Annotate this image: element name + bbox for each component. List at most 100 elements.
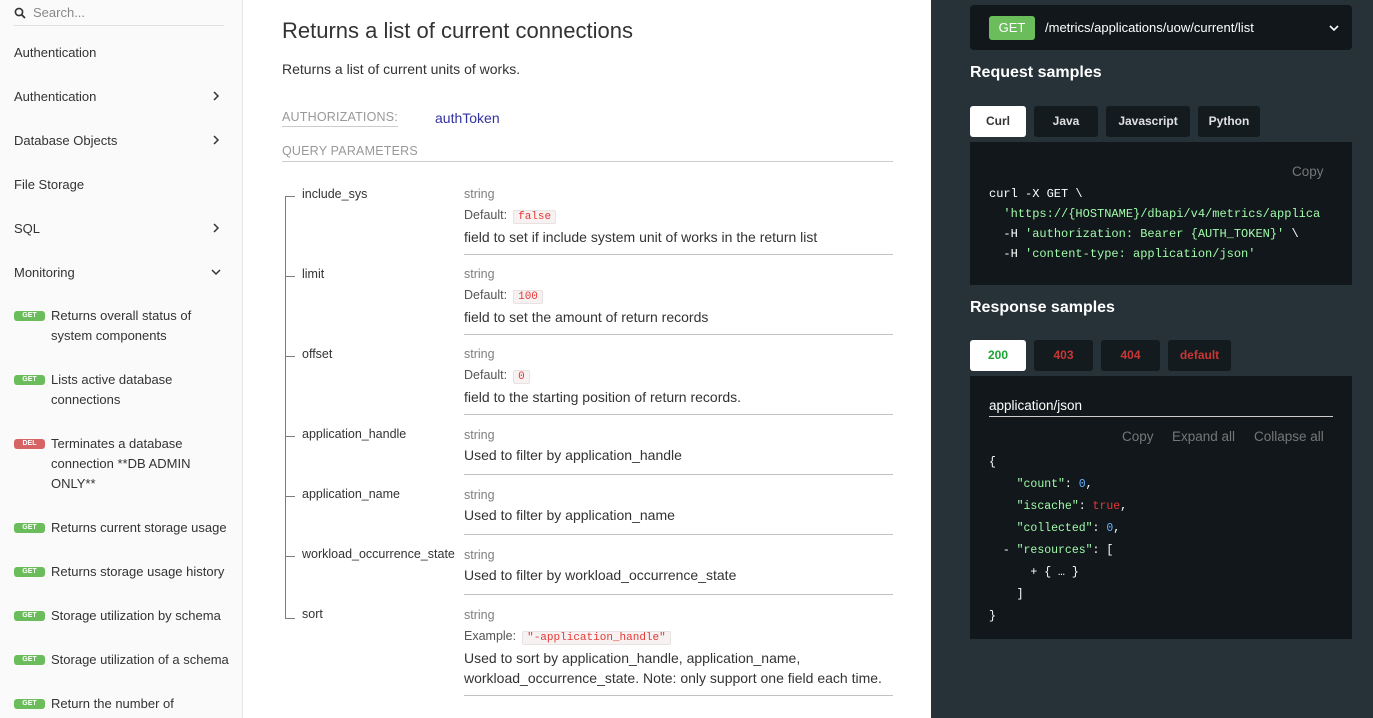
get-method-badge: GET (14, 567, 45, 577)
param-description: field to set the amount of return record… (464, 309, 709, 325)
sidebar-operation[interactable]: GET Lists active database connections (14, 370, 229, 410)
tab-python[interactable]: Python (1198, 106, 1260, 137)
endpoint-path: /metrics/applications/uow/current/list (1045, 20, 1254, 35)
sidebar-operation[interactable]: GET Return the number of (14, 694, 229, 714)
sidebar-operation[interactable]: GET Returns overall status of system com… (14, 306, 229, 346)
tab-status-404[interactable]: 404 (1101, 340, 1160, 371)
tab-status-default[interactable]: default (1168, 340, 1231, 371)
operation-label: Storage utilization by schema (51, 608, 221, 623)
response-status-tabs: 200 403 404 default (970, 340, 1239, 371)
tab-java[interactable]: Java (1034, 106, 1098, 137)
search-icon (14, 7, 26, 19)
sidebar-item-authentication[interactable]: Authentication (14, 42, 229, 62)
param-tree-tick (285, 436, 295, 437)
operation-label: Return the number of (51, 696, 174, 711)
operation-description: Returns a list of current units of works… (282, 61, 521, 77)
collapse-all-button[interactable]: Collapse all (1254, 429, 1324, 444)
param-default-label: Default: (464, 368, 508, 382)
sidebar-operation[interactable]: DEL Terminates a database connection **D… (14, 434, 229, 494)
param-description: Used to sort by application_handle, appl… (464, 650, 801, 666)
param-separator (464, 474, 893, 475)
json-collapse-toggle[interactable]: - (1003, 544, 1010, 557)
param-name: limit (302, 267, 325, 281)
tab-status-403[interactable]: 403 (1034, 340, 1093, 371)
param-description: field to the starting position of return… (464, 389, 742, 405)
param-description: Used to filter by workload_occurrence_st… (464, 567, 737, 583)
json-boolean: true (1092, 500, 1121, 513)
param-info: string Default: 100 field to set the amou… (464, 264, 893, 327)
copy-button[interactable]: Copy (1292, 164, 1324, 179)
param-info: string Default: 0 field to the starting p… (464, 344, 893, 407)
auth-token-link[interactable]: authToken (435, 110, 500, 126)
param-name: workload_occurrence_state (302, 547, 455, 561)
param-tree-tick (285, 556, 295, 557)
content-type-select[interactable]: application/json (989, 398, 1333, 417)
json-key: "iscache" (1016, 500, 1079, 513)
json-brace: } (989, 610, 996, 623)
param-default-value: 0 (513, 370, 530, 384)
tab-javascript[interactable]: Javascript (1106, 106, 1190, 137)
search-input[interactable] (33, 5, 213, 20)
param-info: string Used to filter by application_han… (464, 425, 893, 465)
json-collapsed-object[interactable]: + { … } (1030, 566, 1078, 579)
samples-panel: GET /metrics/applications/uow/current/li… (931, 0, 1373, 718)
curl-code: curl -X GET \ 'https://{HOSTNAME}/dbapi/… (989, 184, 1320, 264)
param-name: application_name (302, 487, 400, 501)
sidebar-item-monitoring[interactable]: Monitoring (14, 262, 229, 282)
response-samples-title: Response samples (970, 299, 1115, 316)
param-info: string Default: false field to set if inc… (464, 184, 893, 247)
get-method-badge: GET (14, 611, 45, 621)
get-method-badge: GET (14, 375, 45, 385)
param-separator (464, 594, 893, 595)
param-info: string Used to filter by workload_occurr… (464, 545, 893, 585)
code-header-content-type: 'content-type: application/json' (1025, 247, 1256, 261)
chevron-right-icon (213, 135, 220, 145)
http-method-badge: GET (989, 15, 1035, 40)
param-default-label: Default: (464, 288, 508, 302)
code-continuation: \ (1284, 227, 1299, 241)
query-parameters-label: QUERY PARAMETERS (282, 144, 893, 162)
response-code-block: application/json Copy Expand all Collaps… (970, 376, 1352, 639)
sidebar-operation[interactable]: GET Returns storage usage history (14, 562, 229, 582)
delete-method-badge: DEL (14, 439, 45, 449)
sidebar-operation[interactable]: GET Storage utilization by schema (14, 606, 229, 626)
sidebar-item-sql[interactable]: SQL (14, 218, 229, 238)
param-description: Used to filter by application_handle (464, 447, 682, 463)
json-key: "collected" (1016, 522, 1093, 535)
sidebar-item-authentication-group[interactable]: Authentication (14, 86, 229, 106)
code-flag: -H (1003, 227, 1018, 241)
param-name: sort (302, 607, 323, 621)
copy-button[interactable]: Copy (1122, 429, 1154, 444)
expand-all-button[interactable]: Expand all (1172, 429, 1235, 444)
sidebar-item-file-storage[interactable]: File Storage (14, 174, 229, 194)
param-type: string (464, 187, 495, 201)
sidebar: Authentication Authentication Database O… (0, 0, 243, 718)
param-name: include_sys (302, 187, 368, 201)
json-bracket: ] (1016, 588, 1024, 601)
param-type: string (464, 548, 495, 562)
endpoint-dropdown[interactable]: GET /metrics/applications/uow/current/li… (970, 5, 1352, 50)
get-method-badge: GET (14, 311, 45, 321)
tab-curl[interactable]: Curl (970, 106, 1026, 137)
request-language-tabs: Curl Java Javascript Python (970, 106, 1268, 137)
sidebar-item-database-objects[interactable]: Database Objects (14, 130, 229, 150)
code-flag: -H (1003, 247, 1018, 261)
chevron-down-icon (1329, 24, 1339, 31)
param-description: field to set if include system unit of w… (464, 229, 818, 245)
param-type: string (464, 428, 495, 442)
sidebar-operation[interactable]: GET Storage utilization of a schema (14, 650, 229, 670)
param-tree-tick (285, 356, 295, 357)
param-name: application_handle (302, 427, 407, 441)
tab-status-200[interactable]: 200 (970, 340, 1026, 371)
code-line-url: 'https://{HOSTNAME}/dbapi/v4/metrics/app… (1003, 207, 1321, 221)
param-separator (464, 695, 893, 696)
param-example-label: Example: (464, 629, 517, 643)
param-default-value: false (513, 210, 557, 224)
code-line: curl -X GET \ (989, 187, 1083, 201)
param-name: offset (302, 347, 333, 361)
param-tree-tick (285, 496, 295, 497)
param-default-label: Default: (464, 208, 508, 222)
param-description: Used to filter by application_name (464, 507, 675, 523)
chevron-right-icon (213, 223, 220, 233)
sidebar-operation[interactable]: GET Returns current storage usage (14, 518, 229, 538)
